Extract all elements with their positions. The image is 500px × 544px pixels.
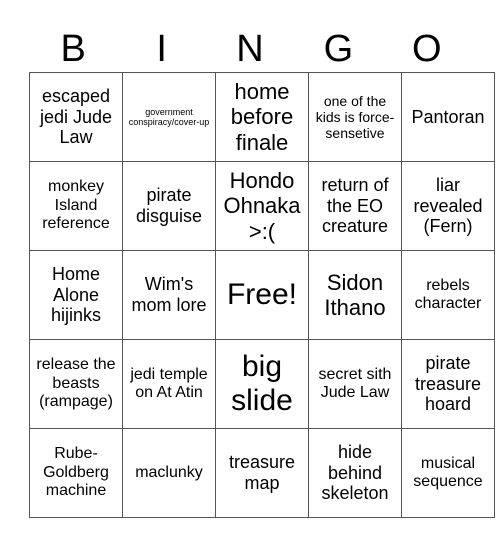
bingo-cell-label: escaped jedi Jude Law bbox=[39, 85, 113, 148]
bingo-cell-label: Pantoran bbox=[411, 106, 485, 127]
bingo-cell[interactable]: release the beasts (rampage) bbox=[29, 339, 123, 429]
bingo-cell[interactable]: pirate disguise bbox=[122, 161, 216, 251]
bingo-cell-label: Rube-Goldberg machine bbox=[43, 445, 109, 500]
bingo-cell[interactable]: jedi temple on At Atin bbox=[122, 339, 216, 429]
bingo-cell[interactable]: one of the kids is force-sensetive bbox=[308, 72, 402, 162]
bingo-row: escaped jedi Jude Law government conspira… bbox=[29, 72, 495, 162]
bingo-row: monkey Island reference pirate disguise Ho… bbox=[29, 161, 495, 251]
header-letter-n: N bbox=[236, 28, 264, 70]
bingo-cell-label: hide behind skeleton bbox=[321, 441, 389, 504]
bingo-cell-label: treasure map bbox=[228, 452, 296, 493]
bingo-cell[interactable]: home before finale bbox=[215, 72, 309, 162]
bingo-cell[interactable]: monkey Island reference bbox=[29, 161, 123, 251]
bingo-cell-label: maclunky bbox=[135, 463, 203, 481]
bingo-cell-label: pirate treasure hoard bbox=[414, 352, 482, 415]
bingo-cell-label: monkey Island reference bbox=[42, 178, 110, 233]
bingo-cell[interactable]: Rube-Goldberg machine bbox=[29, 428, 123, 518]
bingo-cell[interactable]: escaped jedi Jude Law bbox=[29, 72, 123, 162]
bingo-cell-label: home before finale bbox=[230, 79, 294, 155]
bingo-cell[interactable]: government conspiracy/cover-up bbox=[122, 72, 216, 162]
bingo-cell[interactable]: Wim's mom lore bbox=[122, 250, 216, 340]
header-letter-o: O bbox=[412, 28, 442, 70]
bingo-cell-label: Free! bbox=[226, 277, 298, 311]
bingo-card: escaped jedi Jude Law government conspira… bbox=[29, 72, 495, 518]
bingo-cell-label: rebels character bbox=[414, 276, 482, 312]
bingo-cell[interactable]: liar revealed (Fern) bbox=[401, 161, 495, 251]
bingo-cell[interactable]: treasure map bbox=[215, 428, 309, 518]
bingo-cell-label: Wim's mom lore bbox=[131, 274, 207, 315]
bingo-cell-label: liar revealed (Fern) bbox=[413, 174, 483, 237]
bingo-cell[interactable]: secret sith Jude Law bbox=[308, 339, 402, 429]
bingo-cell-label: big slide bbox=[231, 349, 293, 418]
bingo-row: Home Alone hijinks Wim's mom lore Free! Sid… bbox=[29, 250, 495, 340]
bingo-header: B I N G O bbox=[29, 26, 471, 72]
bingo-cell[interactable]: rebels character bbox=[401, 250, 495, 340]
bingo-cell[interactable]: musical sequence bbox=[401, 428, 495, 518]
bingo-cell-label: musical sequence bbox=[413, 454, 483, 490]
header-letter-b: B bbox=[60, 28, 86, 70]
bingo-cell[interactable]: Pantoran bbox=[401, 72, 495, 162]
bingo-cell-label: Sidon Ithano bbox=[324, 269, 386, 320]
bingo-cell[interactable]: Home Alone hijinks bbox=[29, 250, 123, 340]
bingo-cell-label: secret sith Jude Law bbox=[318, 365, 392, 401]
bingo-cell-label: jedi temple on At Atin bbox=[130, 365, 208, 401]
free-space-cell[interactable]: Free! bbox=[215, 250, 309, 340]
bingo-cell[interactable]: pirate treasure hoard bbox=[401, 339, 495, 429]
bingo-cell[interactable]: Sidon Ithano bbox=[308, 250, 402, 340]
bingo-cell-label: return of the EO creature bbox=[321, 174, 389, 237]
bingo-cell-label: one of the kids is force-sensetive bbox=[315, 92, 395, 142]
bingo-cell-label: Home Alone hijinks bbox=[50, 263, 102, 326]
bingo-cell[interactable]: maclunky bbox=[122, 428, 216, 518]
bingo-cell-label: government conspiracy/cover-up bbox=[128, 106, 210, 127]
bingo-cell[interactable]: big slide bbox=[215, 339, 309, 429]
bingo-row: release the beasts (rampage) jedi temple … bbox=[29, 339, 495, 429]
bingo-cell[interactable]: Hondo Ohnaka >:( bbox=[215, 161, 309, 251]
bingo-row: Rube-Goldberg machine maclunky treasure ma… bbox=[29, 428, 495, 518]
bingo-cell-label: pirate disguise bbox=[135, 185, 203, 226]
bingo-cell[interactable]: hide behind skeleton bbox=[308, 428, 402, 518]
bingo-cell-label: Hondo Ohnaka >:( bbox=[223, 168, 301, 244]
header-letter-i: I bbox=[156, 28, 167, 70]
bingo-cell-label: release the beasts (rampage) bbox=[36, 356, 116, 411]
bingo-cell[interactable]: return of the EO creature bbox=[308, 161, 402, 251]
header-letter-g: G bbox=[323, 28, 354, 70]
